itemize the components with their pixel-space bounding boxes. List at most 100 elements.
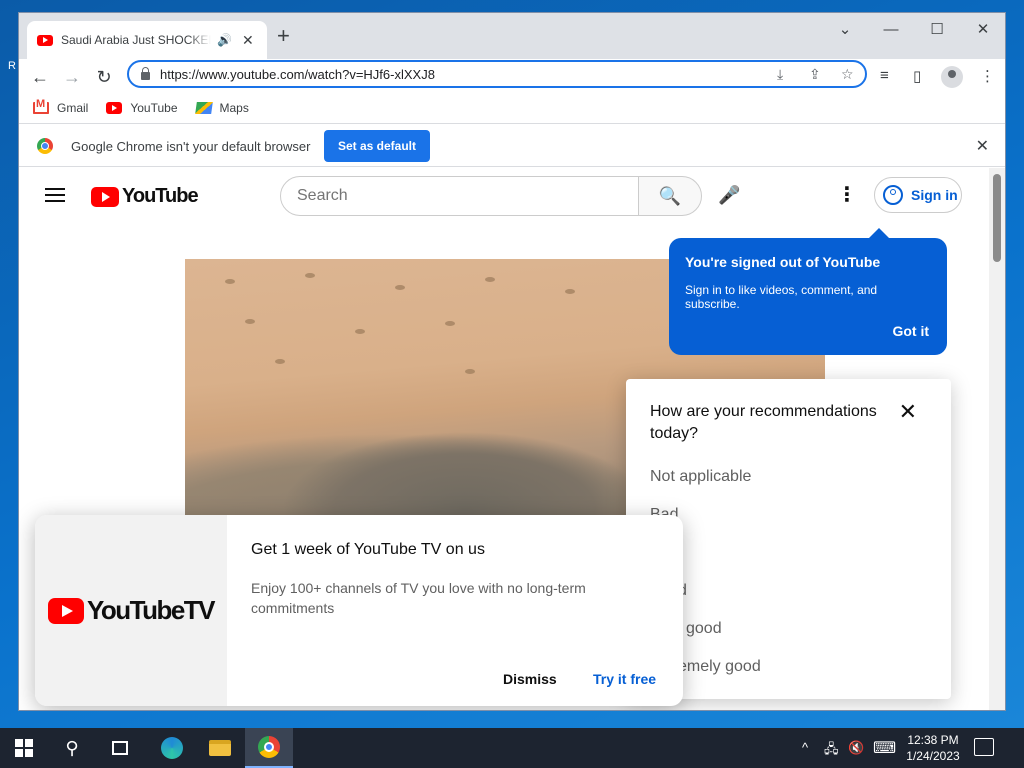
chrome-menu-icon[interactable]: ⋮ [980,67,995,85]
dismiss-button[interactable]: Dismiss [503,671,557,687]
desert-scrub [305,273,315,278]
desert-scrub [355,329,365,334]
tab-strip: Saudi Arabia Just SHOCKED 🔊 ✕ + ⌄ — ☐ ✕ [19,13,1005,59]
desert-scrub [275,359,285,364]
bookmark-maps[interactable]: Maps [194,101,249,115]
desert-scrub [445,321,455,326]
minimize-button[interactable]: — [868,17,914,43]
taskbar: ⚲ ^ 🖧 🔇 ⌨ 12:38 PM 1/24/2023 [0,728,1024,768]
bookmark-label: YouTube [130,101,178,115]
windows-logo-icon [15,739,33,757]
lock-icon[interactable] [141,66,150,80]
voice-search-mic-icon[interactable]: 🎤 [718,180,740,210]
youtube-play-icon [91,186,119,207]
taskbar-search-button[interactable]: ⚲ [48,728,96,768]
forward-button[interactable]: → [60,65,84,89]
sign-in-button[interactable]: Sign in [874,177,962,213]
maximize-button[interactable]: ☐ [914,17,960,43]
bookmark-label: Maps [219,101,249,115]
install-app-icon[interactable]: ⤓ [777,66,783,83]
maps-icon [194,102,213,114]
desert-scrub [565,289,575,294]
youtube-tv-logo: YouTubeTV [35,515,227,706]
chrome-window: Saudi Arabia Just SHOCKED 🔊 ✕ + ⌄ — ☐ ✕ … [18,12,1006,711]
share-icon[interactable]: ⇪ [809,66,821,83]
infobar-message: Google Chrome isn't your default browser [71,139,311,154]
survey-option[interactable]: emely good [678,658,761,676]
start-button[interactable] [0,728,48,768]
hamburger-menu-icon[interactable] [45,188,65,202]
tab-search-button[interactable]: ⌄ [822,17,868,43]
survey-option[interactable]: good [686,620,722,638]
media-control-icon[interactable]: ≡ [880,67,889,84]
taskbar-file-explorer[interactable] [196,728,244,768]
search-input[interactable] [280,176,640,216]
bookmark-star-icon[interactable]: ☆ [841,66,854,83]
try-it-free-button[interactable]: Try it free [593,671,656,687]
youtube-favicon-icon [37,34,53,46]
scrollbar-thumb[interactable] [993,174,1001,262]
survey-close-icon[interactable]: ✕ [899,401,917,423]
set-as-default-button[interactable]: Set as default [324,130,430,162]
tray-chevron-icon[interactable]: ^ [802,740,808,755]
signed-out-message: Sign in to like videos, comment, and sub… [685,283,878,311]
audio-playing-icon[interactable]: 🔊 [217,33,232,47]
url-text[interactable]: https://www.youtube.com/watch?v=HJf6-xlX… [160,67,435,82]
clock-time: 12:38 PM [907,733,959,747]
system-clock[interactable]: 12:38 PM 1/24/2023 [900,732,966,764]
promo-body: Enjoy 100+ channels of TV you love with … [251,580,586,616]
back-button[interactable]: ← [28,65,52,89]
chrome-logo-icon [37,138,53,154]
browser-toolbar: ← → ↻ https://www.youtube.com/watch?v=HJ… [19,59,1005,95]
bookmark-youtube[interactable]: YouTube [106,101,178,115]
edge-icon [161,737,183,759]
address-bar[interactable]: https://www.youtube.com/watch?v=HJf6-xlX… [127,60,867,88]
reload-button[interactable]: ↻ [92,65,116,89]
profile-avatar[interactable] [941,66,963,88]
infobar-close-icon[interactable]: ✕ [976,136,989,156]
search-icon: ⚲ [65,737,79,758]
youtube-logo-text: YouTube [122,185,199,207]
file-explorer-icon [209,740,231,756]
tab-title: Saudi Arabia Just SHOCKED [61,33,211,47]
desert-scrub [485,277,495,282]
task-view-button[interactable] [96,728,144,768]
notifications-icon[interactable] [974,738,994,756]
signed-out-title: You're signed out of YouTube [685,254,881,270]
clock-date: 1/24/2023 [906,749,960,763]
tab-active[interactable]: Saudi Arabia Just SHOCKED 🔊 ✕ [27,21,267,59]
bookmark-gmail[interactable]: Gmail [33,98,89,115]
close-window-button[interactable]: ✕ [960,17,1005,43]
desktop-edge-glyph: R [8,60,16,72]
survey-title: How are your recommendations today? [650,403,877,442]
youtube-page: YouTube 🔍 🎤 ⋮ Sign in You're signed out … [19,168,991,710]
desert-scrub [225,279,235,284]
keyboard-icon[interactable]: ⌨ [873,738,896,758]
search-button[interactable]: 🔍 [638,176,702,216]
signed-out-tooltip: You're signed out of YouTube Sign in to … [669,228,947,355]
taskbar-chrome[interactable] [245,728,293,768]
youtube-logo[interactable]: YouTube [91,185,199,208]
tab-close-icon[interactable]: ✕ [242,32,254,49]
youtube-icon [106,102,123,114]
bookmark-label: Gmail [57,101,89,115]
task-view-icon [112,741,128,755]
youtube-tv-logo-text: YouTubeTV [86,595,216,625]
youtube-tv-play-icon [47,597,84,624]
promo-title: Get 1 week of YouTube TV on us [251,541,485,558]
sign-in-label: Sign in [911,187,958,203]
volume-muted-icon[interactable]: 🔇 [848,740,864,756]
network-icon[interactable]: 🖧 [824,740,839,762]
account-icon [883,185,903,205]
desert-scrub [245,319,255,324]
settings-more-icon[interactable]: ⋮ [837,182,857,207]
new-tab-button[interactable]: + [277,25,290,47]
default-browser-infobar: Google Chrome isn't your default browser… [19,123,1005,167]
page-scrollbar[interactable] [989,168,1005,710]
side-panel-icon[interactable]: ▯ [913,67,921,85]
got-it-button[interactable]: Got it [892,323,929,339]
desert-scrub [465,369,475,374]
gmail-icon [33,98,49,114]
taskbar-edge[interactable] [148,728,196,768]
survey-option[interactable]: Not applicable [650,468,751,486]
